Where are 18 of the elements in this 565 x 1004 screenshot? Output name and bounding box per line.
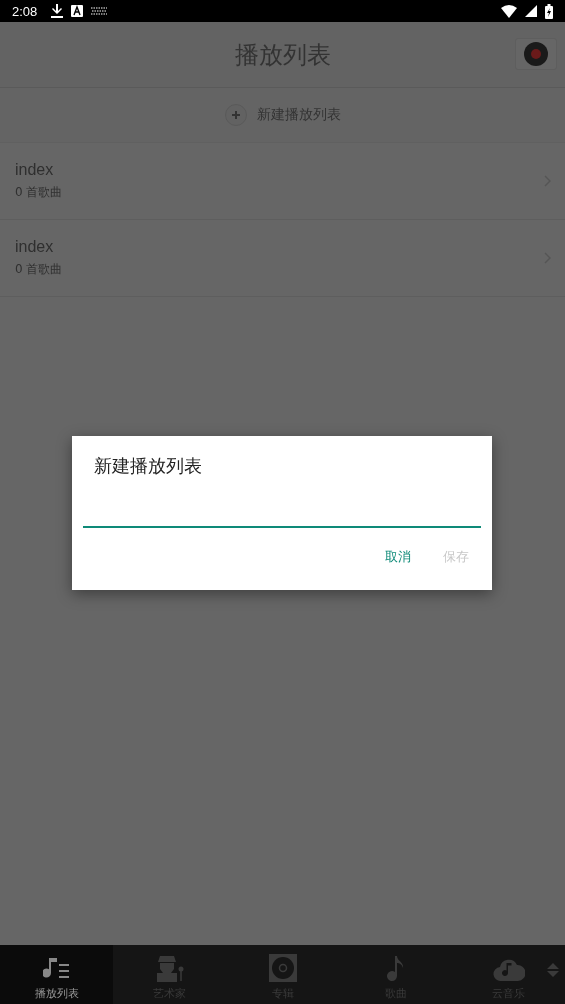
dialog-title: 新建播放列表: [93, 454, 203, 478]
keyboard-icon: [71, 5, 84, 17]
playlist-name: index: [15, 238, 55, 256]
status-time: 2:08: [12, 3, 38, 19]
signal-icon: [525, 5, 537, 17]
battery-icon: [545, 3, 553, 19]
wifi-icon: [501, 4, 517, 18]
music-note-icon: [386, 954, 405, 982]
subtitles-icon: [91, 7, 108, 15]
vinyl-icon: [523, 41, 549, 67]
playlist-name: index: [15, 161, 55, 179]
download-icon: [51, 4, 64, 18]
dialog-button[interactable]: 取消: [373, 542, 423, 572]
album-icon: [268, 954, 297, 982]
sort-arrows-icon: [547, 963, 559, 977]
nav-tab[interactable]: 播放列表: [0, 945, 113, 1004]
plus-icon: [224, 104, 247, 126]
now-playing-button[interactable]: [515, 38, 557, 70]
